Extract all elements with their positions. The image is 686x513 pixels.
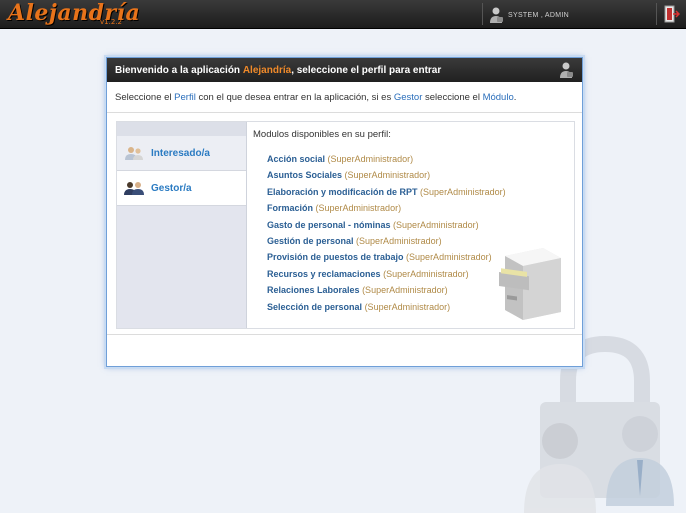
module-item[interactable]: Relaciones Laborales (SuperAdministrador… [267,285,506,301]
top-bar: Alejandría v1.2.2 SYSTEM , ADMIN [0,0,686,29]
module-item[interactable]: Elaboración y modificación de RPT (Super… [267,187,506,203]
module-item[interactable]: Provisión de puestos de trabajo (SuperAd… [267,252,506,268]
profile-item-interesado[interactable]: Interesado/a [117,136,246,171]
module-name[interactable]: Recursos y reclamaciones [267,269,381,279]
module-role: (SuperAdministrador) [383,268,469,279]
module-item[interactable]: Acción social (SuperAdministrador) [267,154,506,170]
instruction-text: Seleccione el [115,91,175,103]
user-lock-icon [490,7,503,23]
profile-label: Gestor/a [151,182,192,194]
module-role: (SuperAdministrador) [364,301,451,312]
module-name[interactable]: Acción social [267,154,325,164]
gestor-link: Gestor [393,91,423,103]
module-name[interactable]: Relaciones Laborales [267,285,360,295]
app-version: v1.2.2 [100,18,122,26]
module-name[interactable]: Gestión de personal [267,236,354,246]
dialog-title: Bienvenido a la aplicación Alejandría , … [107,58,582,82]
module-item[interactable]: Formación (SuperAdministrador) [267,203,506,219]
module-name[interactable]: Elaboración y modificación de RPT [267,187,418,197]
modulo-link: Módulo [482,91,514,103]
users-icon [125,147,143,160]
instruction-text: . [513,91,517,103]
dialog-title-prefix: Bienvenido a la aplicación [115,64,243,76]
dialog-footer-divider [107,334,582,335]
module-role: (SuperAdministrador) [362,285,448,296]
module-item[interactable]: Gasto de personal - nóminas (SuperAdmini… [267,220,506,236]
profile-list-header [117,122,246,136]
user-lock-icon [560,62,573,78]
module-name[interactable]: Gasto de personal - nóminas [267,220,391,230]
profile-item-gestor[interactable]: Gestor/a [117,171,246,206]
profile-label: Interesado/a [151,147,210,159]
module-role: (SuperAdministrador) [315,203,402,214]
profile-dialog: Bienvenido a la aplicación Alejandría , … [106,57,583,367]
module-role: (SuperAdministrador) [344,170,431,181]
profile-panel: Interesado/a Gestor/a Modulos disponible… [116,121,575,329]
modules-list: Acción social (SuperAdministrador) Asunt… [267,154,506,318]
logout-button[interactable] [664,5,681,28]
perfil-link: Perfil [174,91,196,103]
dialog-instructions: Seleccione el Perfil con el que desea en… [107,82,582,113]
module-name[interactable]: Asuntos Sociales [267,170,342,180]
module-role: (SuperAdministrador) [406,252,492,263]
module-role: (SuperAdministrador) [327,154,414,164]
dialog-title-suffix: , seleccione el perfil para entrar [291,64,442,76]
module-role: (SuperAdministrador) [356,235,442,246]
instruction-text: seleccione el [422,91,483,103]
module-item[interactable]: Selección de personal (SuperAdministrado… [267,302,506,318]
module-item[interactable]: Asuntos Sociales (SuperAdministrador) [267,170,506,186]
instruction-text: con el que desea entrar en la aplicación… [195,91,394,103]
modules-title: Modulos disponibles en su perfil: [253,129,391,140]
divider [482,3,483,25]
module-role: (SuperAdministrador) [393,219,479,230]
dialog-title-app: Alejandría [242,64,292,76]
exit-door-icon [664,5,681,23]
module-name[interactable]: Formación [267,203,313,213]
file-cabinet-icon [499,248,561,320]
divider [656,3,657,25]
profile-list: Interesado/a Gestor/a [117,122,247,328]
user-menu[interactable]: SYSTEM , ADMIN [490,5,569,25]
user-name: SYSTEM , ADMIN [508,11,569,19]
module-role: (SuperAdministrador) [420,186,506,197]
module-item[interactable]: Recursos y reclamaciones (SuperAdministr… [267,269,506,285]
module-name[interactable]: Selección de personal [267,302,362,312]
modules-panel: Modulos disponibles en su perfil: Acción… [247,122,574,328]
module-item[interactable]: Gestión de personal (SuperAdministrador) [267,236,506,252]
manager-icon [124,182,144,195]
module-name[interactable]: Provisión de puestos de trabajo [267,252,404,262]
